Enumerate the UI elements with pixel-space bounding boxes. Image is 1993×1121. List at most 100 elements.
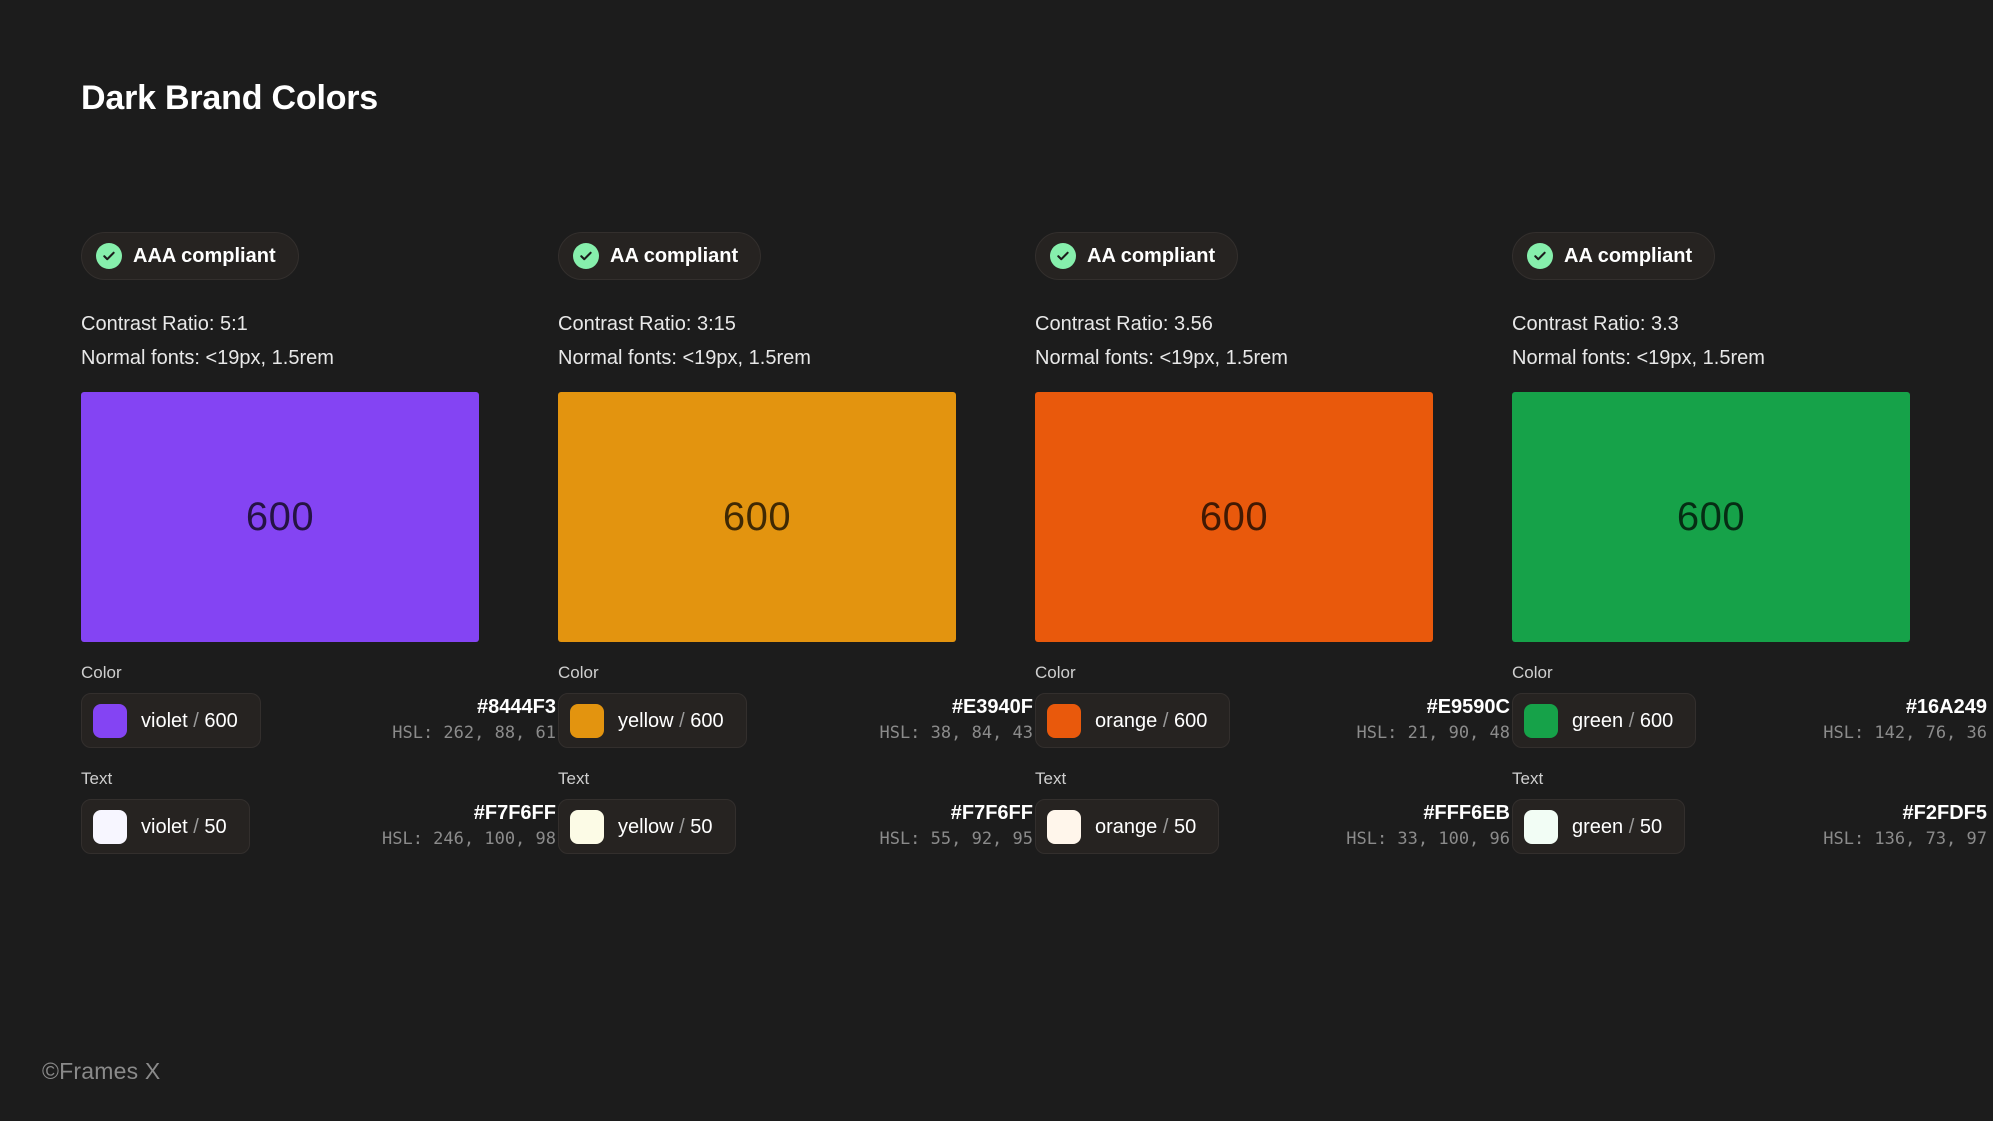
color-token-chip[interactable]: green / 600 — [1512, 693, 1697, 748]
color-token-swatch — [1524, 703, 1558, 738]
text-token-hex: #FFF6EB — [1423, 802, 1510, 824]
color-token-hsl: HSL: 262, 88, 61 — [392, 723, 556, 743]
text-token-row: orange / 50 #FFF6EB HSL: 33, 100, 96 — [1035, 799, 1512, 854]
contrast-ratio-line: Contrast Ratio: 3:15 — [558, 313, 736, 335]
normal-fonts-line: Normal fonts: <19px, 1.5rem — [558, 347, 811, 369]
text-token-values: #F7F6FF HSL: 55, 92, 95 — [750, 801, 1036, 852]
large-color-swatch: 600 — [1512, 392, 1910, 642]
color-column-violet: AAA compliant Contrast Ratio: 5:1 Normal… — [81, 232, 558, 854]
color-token-hex: #8444F3 — [477, 696, 556, 718]
color-token-chip[interactable]: orange / 600 — [1035, 693, 1231, 748]
compliance-badge[interactable]: AA compliant — [1035, 232, 1239, 280]
text-token-row: green / 50 #F2FDF5 HSL: 136, 73, 97 — [1512, 799, 1989, 854]
large-color-swatch-label: 600 — [1676, 494, 1746, 539]
color-token-label: violet / 600 — [141, 709, 238, 732]
text-token-row: violet / 50 #F7F6FF HSL: 246, 100, 98 — [81, 799, 558, 854]
color-token-swatch — [570, 703, 604, 738]
large-color-swatch-label: 600 — [245, 494, 315, 539]
color-token-values: #8444F3 HSL: 262, 88, 61 — [275, 695, 558, 746]
page-title: Dark Brand Colors — [81, 79, 379, 117]
text-token-label: orange / 50 — [1095, 815, 1197, 838]
text-token-values: #FFF6EB HSL: 33, 100, 96 — [1233, 801, 1512, 852]
color-token-hsl: HSL: 142, 76, 36 — [1823, 723, 1987, 743]
compliance-badge-label: AA compliant — [1564, 245, 1693, 267]
compliance-badge[interactable]: AA compliant — [558, 232, 762, 280]
compliance-badge[interactable]: AAA compliant — [81, 232, 299, 280]
large-color-swatch-label: 600 — [722, 494, 792, 539]
text-token-values: #F7F6FF HSL: 246, 100, 98 — [264, 801, 558, 852]
text-token-hex: #F2FDF5 — [1902, 802, 1987, 824]
color-column-green: AA compliant Contrast Ratio: 3.3 Normal … — [1512, 232, 1989, 854]
text-token-hsl: HSL: 136, 73, 97 — [1823, 829, 1987, 849]
footer-credit: ©Frames X — [42, 1058, 161, 1084]
text-section-label: Text — [1512, 769, 1544, 788]
color-token-row: violet / 600 #8444F3 HSL: 262, 88, 61 — [81, 693, 558, 748]
text-token-hsl: HSL: 246, 100, 98 — [382, 829, 556, 849]
color-token-values: #E9590C HSL: 21, 90, 48 — [1244, 695, 1512, 746]
text-token-row: yellow / 50 #F7F6FF HSL: 55, 92, 95 — [558, 799, 1035, 854]
color-token-values: #E3940F HSL: 38, 84, 43 — [761, 695, 1035, 746]
contrast-ratio-line: Contrast Ratio: 3.56 — [1035, 313, 1213, 335]
text-token-hsl: HSL: 55, 92, 95 — [879, 829, 1033, 849]
color-token-hex: #E9590C — [1426, 696, 1510, 718]
text-token-chip[interactable]: yellow / 50 — [558, 799, 736, 854]
color-token-chip[interactable]: yellow / 600 — [558, 693, 747, 748]
text-section-label: Text — [1035, 769, 1067, 788]
compliance-badge-label: AA compliant — [610, 245, 739, 267]
contrast-meta: Contrast Ratio: 5:1 Normal fonts: <19px,… — [81, 307, 558, 375]
text-token-label: green / 50 — [1572, 815, 1663, 838]
compliance-badge-label: AAA compliant — [133, 245, 276, 267]
text-token-swatch — [1047, 809, 1081, 844]
contrast-meta: Contrast Ratio: 3.56 Normal fonts: <19px… — [1035, 307, 1512, 375]
text-token-hsl: HSL: 33, 100, 96 — [1346, 829, 1510, 849]
contrast-meta: Contrast Ratio: 3.3 Normal fonts: <19px,… — [1512, 307, 1989, 375]
color-palette-page: Dark Brand Colors AAA compliant Contrast… — [0, 0, 1993, 1121]
color-token-label: yellow / 600 — [618, 709, 724, 732]
color-column-yellow: AA compliant Contrast Ratio: 3:15 Normal… — [558, 232, 1035, 854]
color-token-label: orange / 600 — [1095, 709, 1208, 732]
color-token-hsl: HSL: 21, 90, 48 — [1356, 723, 1510, 743]
text-token-swatch — [93, 809, 127, 844]
normal-fonts-line: Normal fonts: <19px, 1.5rem — [1035, 347, 1288, 369]
color-token-values: #16A249 HSL: 142, 76, 36 — [1710, 695, 1989, 746]
text-section-label: Text — [558, 769, 590, 788]
text-token-hex: #F7F6FF — [473, 802, 556, 824]
contrast-ratio-line: Contrast Ratio: 3.3 — [1512, 313, 1679, 335]
color-token-hex: #E3940F — [951, 696, 1033, 718]
text-token-chip[interactable]: green / 50 — [1512, 799, 1686, 854]
text-token-hex: #F7F6FF — [950, 802, 1033, 824]
text-token-label: yellow / 50 — [618, 815, 713, 838]
check-circle-icon — [1527, 243, 1553, 269]
color-section-label: Color — [1512, 663, 1553, 682]
color-token-chip[interactable]: violet / 600 — [81, 693, 261, 748]
color-section-label: Color — [81, 663, 122, 682]
color-token-row: green / 600 #16A249 HSL: 142, 76, 36 — [1512, 693, 1989, 748]
color-token-label: green / 600 — [1572, 709, 1674, 732]
text-token-chip[interactable]: violet / 50 — [81, 799, 250, 854]
contrast-ratio-line: Contrast Ratio: 5:1 — [81, 313, 248, 335]
color-columns: AAA compliant Contrast Ratio: 5:1 Normal… — [81, 232, 1987, 854]
color-token-row: yellow / 600 #E3940F HSL: 38, 84, 43 — [558, 693, 1035, 748]
large-color-swatch-label: 600 — [1199, 494, 1269, 539]
color-token-swatch — [1047, 703, 1081, 738]
contrast-meta: Contrast Ratio: 3:15 Normal fonts: <19px… — [558, 307, 1035, 375]
color-section-label: Color — [1035, 663, 1076, 682]
text-token-label: violet / 50 — [141, 815, 227, 838]
check-circle-icon — [96, 243, 122, 269]
large-color-swatch: 600 — [1035, 392, 1433, 642]
compliance-badge[interactable]: AA compliant — [1512, 232, 1716, 280]
text-token-swatch — [1524, 809, 1558, 844]
text-section-label: Text — [81, 769, 113, 788]
normal-fonts-line: Normal fonts: <19px, 1.5rem — [81, 347, 334, 369]
color-token-hsl: HSL: 38, 84, 43 — [879, 723, 1033, 743]
large-color-swatch: 600 — [558, 392, 956, 642]
text-token-swatch — [570, 809, 604, 844]
compliance-badge-label: AA compliant — [1087, 245, 1216, 267]
normal-fonts-line: Normal fonts: <19px, 1.5rem — [1512, 347, 1765, 369]
text-token-values: #F2FDF5 HSL: 136, 73, 97 — [1699, 801, 1989, 852]
text-token-chip[interactable]: orange / 50 — [1035, 799, 1220, 854]
large-color-swatch: 600 — [81, 392, 479, 642]
check-circle-icon — [573, 243, 599, 269]
color-token-row: orange / 600 #E9590C HSL: 21, 90, 48 — [1035, 693, 1512, 748]
color-column-orange: AA compliant Contrast Ratio: 3.56 Normal… — [1035, 232, 1512, 854]
